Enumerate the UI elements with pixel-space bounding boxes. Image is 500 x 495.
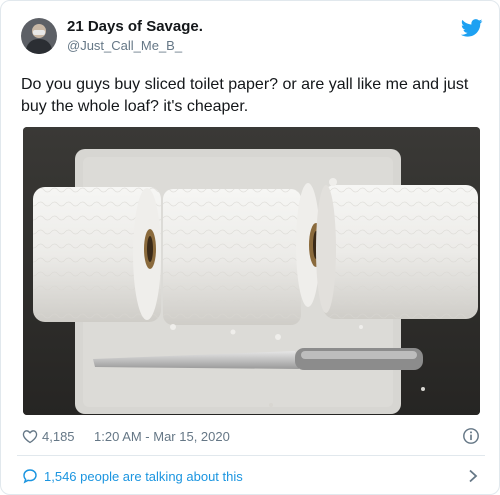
like-count[interactable]: 4,185 bbox=[42, 429, 75, 444]
heart-icon[interactable] bbox=[22, 429, 38, 444]
twitter-bird-icon[interactable] bbox=[461, 19, 483, 37]
author-name[interactable]: 21 Days of Savage. bbox=[67, 18, 203, 35]
divider bbox=[17, 455, 485, 456]
chevron-right-icon[interactable] bbox=[468, 469, 478, 483]
conversation-label[interactable]: 1,546 people are talking about this bbox=[44, 469, 243, 484]
conversation-link[interactable]: 1,546 people are talking about this bbox=[22, 467, 482, 487]
info-icon[interactable] bbox=[462, 427, 480, 445]
tweet-meta: 4,185 1:20 AM - Mar 15, 2020 bbox=[22, 427, 482, 447]
author-handle[interactable]: @Just_Call_Me_B_ bbox=[67, 38, 182, 53]
avatar[interactable] bbox=[21, 18, 57, 54]
tweet-card[interactable]: 21 Days of Savage. @Just_Call_Me_B_ Do y… bbox=[0, 0, 500, 495]
tweet-photo[interactable] bbox=[23, 127, 480, 415]
toilet-paper-photo bbox=[23, 127, 480, 415]
timestamp[interactable]: 1:20 AM - Mar 15, 2020 bbox=[94, 429, 230, 444]
speech-bubble-icon bbox=[23, 469, 37, 484]
tweet-text: Do you guys buy sliced toilet paper? or … bbox=[21, 76, 469, 115]
tweet-header: 21 Days of Savage. @Just_Call_Me_B_ bbox=[17, 15, 483, 63]
